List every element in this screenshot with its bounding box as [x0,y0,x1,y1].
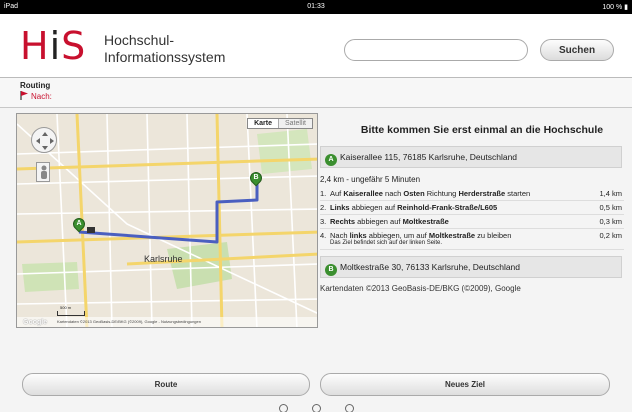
step-text: Nach links abbiegen, um auf Moltkestraße… [330,231,580,247]
routing-title: Routing [20,81,51,90]
map-type-karte[interactable]: Karte [248,119,278,128]
marker-a[interactable]: A [70,215,88,234]
start-address: Kaiserallee 115, 76185 Karlsruhe, Deutsc… [340,152,518,162]
map-type-toggle[interactable]: Karte Satellit [247,118,313,129]
destination-row[interactable]: Nach: [20,91,52,101]
step-number: 4. [320,231,327,240]
map-roads [17,114,317,327]
map-view[interactable]: Karte Satellit A B Karlsruhe 500 m Karte… [16,113,318,328]
step-distance: 0,2 km [599,231,622,240]
step-text: Auf Kaiserallee nach Osten Richtung Herd… [330,189,531,198]
search-button[interactable]: Suchen [540,39,614,61]
route-summary: 2,4 km - ungefähr 5 Minuten [320,175,421,184]
end-marker-icon: B [325,264,337,276]
pan-arrows-icon [36,132,54,150]
battery-icon: ▮ [624,4,628,11]
directions-title: Bitte kommen Sie erst einmal an die Hoch… [360,124,604,136]
map-type-satellit[interactable]: Satellit [277,119,312,128]
end-address-box: B Moltkestraße 30, 76133 Karlsruhe, Deuts… [320,256,622,278]
direction-step: 3. Rechts abbiegen auf Moltkestraße 0,3 … [320,215,624,229]
step-number: 3. [320,217,327,226]
pan-control[interactable] [31,127,57,153]
page-dot[interactable] [278,404,288,412]
page-dot[interactable] [311,404,321,412]
status-bar: iPad 01:33 100 % ▮ [0,0,632,14]
step-distance: 1,4 km [599,189,622,198]
new-destination-button[interactable]: Neues Ziel [320,373,610,396]
google-logo: Google [23,319,48,326]
app-title-line2: Informationssystem [104,49,226,65]
direction-step: 2. Links abbiegen auf Reinhold-Frank-Str… [320,201,624,215]
streetview-pegman-icon[interactable] [36,162,50,182]
marker-a-label: A [76,220,82,227]
app-title: Hochschul- Informationssystem [104,32,225,66]
battery-level: 100 % [602,4,623,11]
page-indicator[interactable] [0,400,632,412]
map-scale-bar: 500 m [57,305,85,316]
page-dot[interactable] [344,404,354,412]
header: HiS Hochschul- Informationssystem Suchen [0,14,632,78]
his-logo[interactable]: HiS [20,26,86,66]
routing-bar: Routing Nach: [0,78,632,108]
step-subtext: Das Ziel befindet sich auf der linken Se… [330,240,443,246]
end-address: Moltkestraße 30, 76133 Karlsruhe, Deutsc… [340,262,521,272]
destination-label: Nach: [31,92,52,101]
direction-step: 4. Nach links abbiegen, um auf Moltkestr… [320,229,624,250]
map-city-label: Karlsruhe [144,254,183,264]
flag-icon [20,91,28,100]
map-scale-label: 500 m [60,305,72,310]
marker-b[interactable]: B [247,169,265,188]
step-text: Links abbiegen auf Reinhold-Frank-Straße… [330,203,498,212]
search-input[interactable] [344,39,528,61]
marker-b-label: B [253,174,259,181]
step-number: 1. [320,189,327,198]
step-number: 2. [320,203,327,212]
direction-step: 1. Auf Kaiserallee nach Osten Richtung H… [320,187,624,201]
route-button[interactable]: Route [22,373,310,396]
directions-panel: Bitte kommen Sie erst einmal an die Hoch… [320,113,624,293]
start-address-box: A Kaiserallee 115, 76185 Karlsruhe, Deuts… [320,146,622,168]
step-distance: 0,5 km [599,203,622,212]
battery-indicator: 100 % ▮ [602,3,628,11]
directions-copyright: Kartendaten ©2013 GeoBasis-DE/BKG (©2009… [320,284,521,293]
app-title-line1: Hochschul- [104,32,175,48]
clock: 01:33 [307,3,325,10]
step-text: Rechts abbiegen auf Moltkestraße [330,217,449,226]
map-attribution[interactable]: Kartendaten ©2013 GeoBasis-DE/BKG (©2009… [17,317,317,327]
step-distance: 0,3 km [599,217,622,226]
start-flag-icon [87,227,95,233]
start-marker-icon: A [325,154,337,166]
